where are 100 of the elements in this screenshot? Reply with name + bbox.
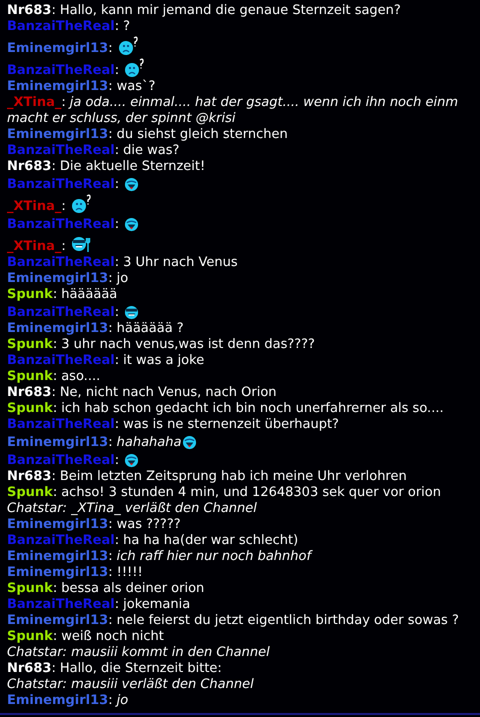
user-name: BanzaiTheReal bbox=[7, 63, 115, 79]
colon: : bbox=[108, 613, 113, 629]
user-name: BanzaiTheReal bbox=[7, 177, 115, 193]
message-text: was is ne sternenzeit überhaupt? bbox=[123, 417, 339, 433]
colon: : bbox=[51, 469, 56, 485]
user-name: Eminemgirl13 bbox=[7, 321, 108, 337]
message-text: aso.... bbox=[61, 369, 100, 385]
colon: : bbox=[108, 565, 113, 581]
colon: : bbox=[52, 485, 58, 501]
user-name: Eminemgirl13 bbox=[7, 127, 108, 143]
user-name: Nr683 bbox=[7, 159, 52, 175]
user-name: Spunk bbox=[7, 337, 53, 353]
system-message: Chatstar: _XTina_ verläßt den Channel bbox=[7, 501, 257, 517]
smiley-icon bbox=[124, 217, 140, 232]
message-text: Hallo, die Sternzeit bitte: bbox=[60, 661, 222, 677]
user-name: Eminemgirl13 bbox=[7, 517, 108, 533]
smiley-icon bbox=[124, 177, 140, 192]
message-text: macht er schluss, der spinnt @krisi bbox=[7, 111, 236, 127]
colon: : bbox=[114, 453, 120, 469]
smiley-icon bbox=[124, 453, 140, 468]
smiley-icon bbox=[70, 234, 93, 254]
colon: : bbox=[114, 305, 120, 321]
user-name: Nr683 bbox=[7, 661, 52, 677]
message-text: ja oda.... einmal.... hat der gsagt.... wenn ich ihn noch einm bbox=[70, 95, 458, 111]
colon: : bbox=[51, 3, 56, 19]
colon: : bbox=[52, 581, 58, 597]
user-name: Eminemgirl13 bbox=[7, 693, 108, 709]
user-name: BanzaiTheReal bbox=[7, 305, 115, 321]
message-text: Die aktuelle Sternzeit! bbox=[60, 159, 206, 175]
user-name: Spunk bbox=[7, 401, 53, 417]
user-name: Spunk bbox=[7, 369, 53, 385]
user-name: Eminemgirl13 bbox=[7, 613, 108, 629]
colon: : bbox=[114, 19, 120, 35]
user-name: Nr683 bbox=[7, 3, 52, 19]
message-text: was`? bbox=[116, 79, 156, 95]
message-text: Beim letzten Zeitsprung hab ich meine Uhr verlohren bbox=[60, 469, 407, 485]
colon: : bbox=[114, 63, 120, 79]
colon: : bbox=[114, 177, 120, 193]
user-name: BanzaiTheReal bbox=[7, 597, 115, 613]
message-text: jo bbox=[116, 693, 128, 709]
colon: : bbox=[114, 533, 120, 549]
user-name: BanzaiTheReal bbox=[7, 217, 115, 233]
message-text: nele feierst du jetzt eigentlich birthday oder sowas ? bbox=[116, 613, 459, 629]
colon: : bbox=[108, 435, 113, 451]
colon: : bbox=[51, 661, 56, 677]
user-name: BanzaiTheReal bbox=[7, 255, 115, 271]
user-name: Spunk bbox=[7, 581, 53, 597]
user-name: _XTina_ bbox=[7, 199, 62, 215]
message-text: was ????? bbox=[116, 517, 181, 533]
user-name: Eminemgirl13 bbox=[7, 435, 108, 451]
system-message: Chatstar: mausiii verläßt den Channel bbox=[7, 677, 254, 693]
colon: : bbox=[108, 79, 113, 95]
smiley-icon bbox=[124, 305, 140, 320]
colon: : bbox=[108, 127, 113, 143]
smiley-icon bbox=[124, 58, 146, 78]
user-name: Eminemgirl13 bbox=[7, 41, 108, 57]
colon: : bbox=[108, 517, 113, 533]
colon: : bbox=[52, 287, 58, 303]
message-text: ich hab schon gedacht ich bin noch unerfahrerner als so.... bbox=[61, 401, 444, 417]
user-name: Spunk bbox=[7, 485, 53, 501]
message-text: weiß noch nicht bbox=[61, 629, 164, 645]
message-text: ? bbox=[123, 19, 130, 35]
colon: : bbox=[108, 271, 113, 287]
colon: : bbox=[114, 217, 120, 233]
colon: : bbox=[61, 239, 66, 255]
user-name: BanzaiTheReal bbox=[7, 19, 115, 35]
message-text: du siehst gleich sternchen bbox=[116, 127, 288, 143]
colon: : bbox=[51, 385, 56, 401]
colon: : bbox=[108, 693, 113, 709]
colon: : bbox=[52, 401, 58, 417]
colon: : bbox=[52, 337, 58, 353]
user-name: BanzaiTheReal bbox=[7, 417, 115, 433]
colon: : bbox=[52, 629, 58, 645]
user-name: BanzaiTheReal bbox=[7, 143, 115, 159]
user-name: Spunk bbox=[7, 629, 53, 645]
colon: : bbox=[114, 597, 120, 613]
message-text: 3 uhr nach venus,was ist denn das???? bbox=[61, 337, 315, 353]
user-name: Eminemgirl13 bbox=[7, 549, 108, 565]
message-text: jo bbox=[116, 271, 128, 287]
system-message: Chatstar: mausiii kommt in den Channel bbox=[7, 645, 270, 661]
message-text: hahahaha bbox=[116, 435, 182, 451]
user-name: _XTina_ bbox=[7, 239, 62, 255]
user-name: Nr683 bbox=[7, 469, 52, 485]
user-name: Spunk bbox=[7, 287, 53, 303]
user-name: _XTina_ bbox=[7, 95, 62, 111]
colon: : bbox=[61, 95, 66, 111]
message-text: !!!!! bbox=[116, 565, 143, 581]
message-text: it was a joke bbox=[123, 353, 204, 369]
user-name: Eminemgirl13 bbox=[7, 271, 108, 287]
colon: : bbox=[114, 143, 120, 159]
message-text: ha ha ha(der war schlecht) bbox=[123, 533, 298, 549]
message-text: ich raff hier nur noch bahnhof bbox=[116, 549, 312, 565]
message-text: die was? bbox=[123, 143, 180, 159]
smiley-icon bbox=[118, 36, 140, 56]
colon: : bbox=[108, 321, 113, 337]
user-name: BanzaiTheReal bbox=[7, 533, 115, 549]
user-name: Eminemgirl13 bbox=[7, 565, 108, 581]
colon: : bbox=[61, 199, 66, 215]
smiley-icon bbox=[182, 435, 198, 450]
message-text: hääääää ? bbox=[116, 321, 184, 337]
